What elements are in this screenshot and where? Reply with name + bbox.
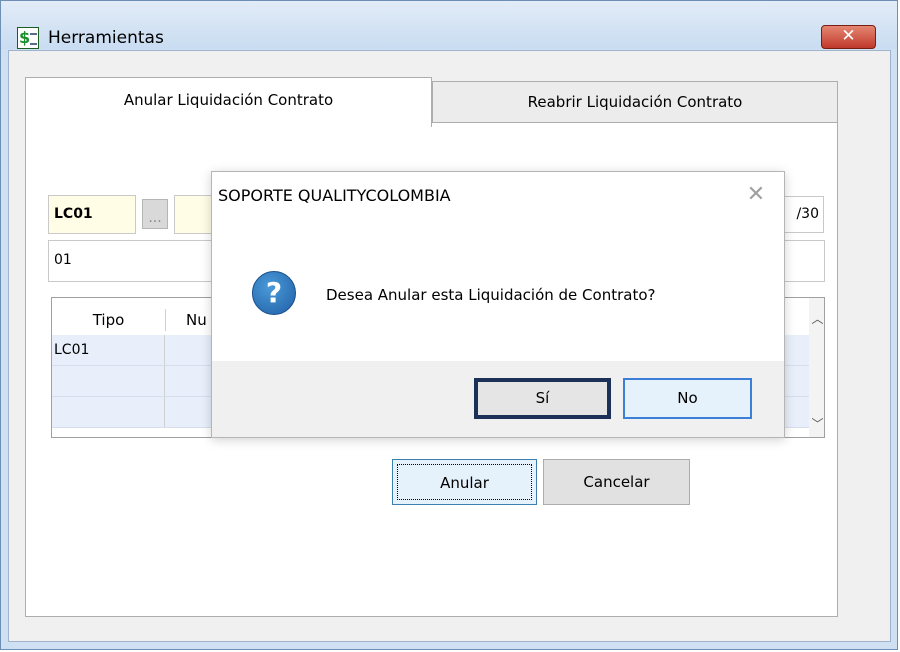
spreadsheet-dollar-icon: $ <box>17 27 39 49</box>
grid-scrollbar[interactable]: ︿ ﹀ <box>809 298 824 437</box>
dialog-title: SOPORTE QUALITYCOLOMBIA <box>218 186 451 205</box>
question-icon: ? <box>252 271 296 315</box>
anular-button[interactable]: Anular <box>392 459 537 505</box>
anular-button-label: Anular <box>397 464 532 500</box>
tab-anular-liquidacion[interactable]: Anular Liquidación Contrato <box>25 77 432 127</box>
no-button[interactable]: No <box>623 378 752 419</box>
dialog-message: Desea Anular esta Liquidación de Contrat… <box>326 286 656 304</box>
window-title: Herramientas <box>48 28 164 48</box>
lookup-button[interactable]: ... <box>142 199 168 229</box>
column-header-tipo[interactable]: Tipo <box>52 309 166 331</box>
chevron-down-icon[interactable]: ﹀ <box>809 415 824 433</box>
cell-tipo <box>52 397 165 427</box>
contract-code-input[interactable]: LC01 <box>48 195 136 234</box>
chevron-up-icon[interactable]: ︿ <box>809 310 824 328</box>
dialog-close-button[interactable]: ✕ <box>746 184 766 206</box>
cell-tipo: LC01 <box>52 335 165 365</box>
tab-reabrir-liquidacion[interactable]: Reabrir Liquidación Contrato <box>432 81 838 123</box>
yes-button[interactable]: Sí <box>474 378 611 419</box>
window-close-button[interactable]: ✕ <box>821 25 876 49</box>
cell-tipo <box>52 366 165 396</box>
cancelar-button[interactable]: Cancelar <box>543 459 690 505</box>
